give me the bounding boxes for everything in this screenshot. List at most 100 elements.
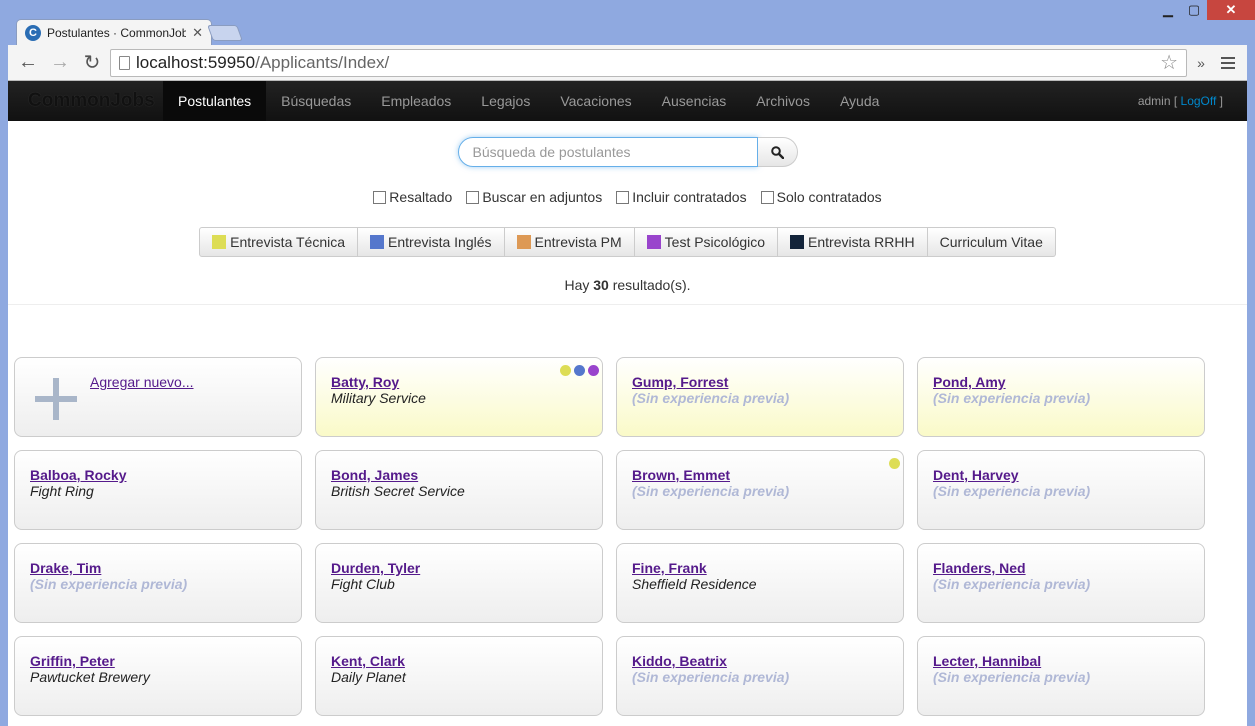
checkbox-label: Buscar en adjuntos (482, 189, 603, 205)
applicant-name-link[interactable]: Balboa, Rocky (30, 467, 286, 483)
bookmark-star-icon[interactable]: ☆ (1160, 50, 1178, 75)
applicant-card[interactable]: Batty, Roy Military Service (315, 357, 603, 437)
address-bar[interactable]: localhost:59950/Applicants/Index/ ☆ (110, 48, 1187, 77)
add-applicant-card[interactable]: Agregar nuevo... (14, 357, 302, 437)
page-icon (119, 55, 130, 70)
result-number: 30 (593, 277, 609, 293)
applicant-card[interactable]: Brown, Emmet (Sin experiencia previa) (616, 450, 904, 530)
checkbox-box[interactable] (760, 190, 774, 204)
search-input[interactable]: Búsqueda de postulantes (457, 137, 758, 167)
minimize-icon[interactable]: ▁ (1155, 0, 1181, 20)
checkbox-box[interactable] (373, 190, 387, 204)
applicant-name-link[interactable]: Dent, Harvey (933, 467, 1189, 483)
applicant-experience: (Sin experiencia previa) (30, 576, 188, 592)
applicant-card[interactable]: Gump, Forrest (Sin experiencia previa) (616, 357, 904, 437)
applicant-experience: (Sin experiencia previa) (632, 390, 790, 406)
top-navbar: CommonJobs Postulantes Búsquedas Emplead… (8, 81, 1247, 121)
nav-empleados[interactable]: Empleados (366, 81, 466, 121)
window-controls: ▁ ▢ ✕ (1155, 0, 1255, 20)
nav-postulantes[interactable]: Postulantes (163, 81, 267, 121)
filter-label: Test Psicológico (664, 234, 766, 250)
new-tab-button[interactable] (207, 25, 243, 41)
nav-ayuda[interactable]: Ayuda (825, 81, 894, 121)
nav-archivos[interactable]: Archivos (741, 81, 825, 121)
applicant-name-link[interactable]: Pond, Amy (933, 374, 1189, 390)
applicant-experience: Fight Club (331, 576, 395, 592)
checkbox-solo-contratados[interactable]: Solo contratados (760, 189, 882, 205)
applicant-experience: (Sin experiencia previa) (933, 390, 1091, 406)
applicant-name-link[interactable]: Batty, Roy (331, 374, 587, 390)
applicant-name-link[interactable]: Griffin, Peter (30, 653, 286, 669)
applicant-card[interactable]: Kiddo, Beatrix (Sin experiencia previa) (616, 636, 904, 716)
search-button[interactable] (757, 137, 798, 167)
color-swatch-icon (790, 235, 805, 249)
filter-button[interactable]: Entrevista RRHH (778, 227, 928, 257)
applicant-name-link[interactable]: Durden, Tyler (331, 560, 587, 576)
browser-tab[interactable]: C Postulantes · CommonJobs ✕ (16, 19, 212, 45)
nav-ausencias[interactable]: Ausencias (647, 81, 742, 121)
extensions-chevron-icon[interactable]: » (1191, 55, 1211, 71)
result-suffix: resultado(s). (612, 277, 691, 293)
applicant-experience: (Sin experiencia previa) (632, 483, 790, 499)
applicant-experience: Pawtucket Brewery (30, 669, 150, 685)
applicant-experience: British Secret Service (331, 483, 465, 499)
reload-icon[interactable]: ↻ (78, 49, 106, 77)
browser-titlebar: C Postulantes · CommonJobs ✕ ▁ ▢ ✕ (0, 0, 1255, 45)
filter-button[interactable]: Entrevista PM (504, 227, 635, 257)
applicant-card[interactable]: Dent, Harvey (Sin experiencia previa) (917, 450, 1205, 530)
applicant-card[interactable]: Durden, Tyler Fight Club (315, 543, 603, 623)
back-arrow-icon[interactable]: ← (14, 49, 42, 77)
applicant-card[interactable]: Pond, Amy (Sin experiencia previa) (917, 357, 1205, 437)
applicant-experience: (Sin experiencia previa) (933, 576, 1091, 592)
filter-button-group: Entrevista Técnica Entrevista Inglés Entre… (8, 227, 1247, 257)
checkbox-buscar-adjuntos[interactable]: Buscar en adjuntos (466, 189, 602, 205)
applicant-card[interactable]: Bond, James British Secret Service (315, 450, 603, 530)
nav-legajos[interactable]: Legajos (466, 81, 545, 121)
applicant-name-link[interactable]: Gump, Forrest (632, 374, 888, 390)
filter-label: Curriculum Vitae (939, 234, 1043, 250)
username: admin (1137, 94, 1171, 108)
applicant-name-link[interactable]: Drake, Tim (30, 560, 286, 576)
applicant-card[interactable]: Drake, Tim (Sin experiencia previa) (14, 543, 302, 623)
applicant-name-link[interactable]: Bond, James (331, 467, 587, 483)
filter-button[interactable]: Entrevista Técnica (199, 227, 359, 257)
checkbox-box[interactable] (616, 190, 630, 204)
applicant-card[interactable]: Balboa, Rocky Fight Ring (14, 450, 302, 530)
checkbox-box[interactable] (466, 190, 480, 204)
checkbox-incluir-contratados[interactable]: Incluir contratados (616, 189, 747, 205)
app-favicon-icon: C (25, 24, 41, 41)
applicant-name-link[interactable]: Flanders, Ned (933, 560, 1189, 576)
applicant-name-link[interactable]: Brown, Emmet (632, 467, 888, 483)
logoff-link[interactable]: LogOff (1181, 94, 1217, 108)
tab-close-icon[interactable]: ✕ (192, 25, 203, 41)
nav-vacaciones[interactable]: Vacaciones (545, 81, 646, 121)
checkbox-resaltado[interactable]: Resaltado (373, 189, 452, 205)
filter-label: Entrevista PM (534, 234, 622, 250)
add-new-link[interactable]: Agregar nuevo... (90, 374, 194, 390)
brand-logo[interactable]: CommonJobs (8, 90, 163, 112)
search-icon (770, 145, 784, 159)
nav-busquedas[interactable]: Búsquedas (266, 81, 366, 121)
menu-hamburger-icon[interactable] (1215, 56, 1241, 69)
applicant-name-link[interactable]: Kiddo, Beatrix (632, 653, 888, 669)
applicant-card[interactable]: Griffin, Peter Pawtucket Brewery (14, 636, 302, 716)
applicant-grid: Agregar nuevo... Batty, Roy Military Serv… (14, 357, 1205, 716)
applicant-card[interactable]: Kent, Clark Daily Planet (315, 636, 603, 716)
applicant-experience: (Sin experiencia previa) (933, 669, 1091, 685)
applicant-card[interactable]: Fine, Frank Sheffield Residence (616, 543, 904, 623)
applicant-card[interactable]: Lecter, Hannibal (Sin experiencia previa) (917, 636, 1205, 716)
applicant-card[interactable]: Flanders, Ned (Sin experiencia previa) (917, 543, 1205, 623)
window-close-icon[interactable]: ✕ (1207, 0, 1255, 20)
result-count: Hay 30 resultado(s). (8, 277, 1247, 293)
status-dot-icon (889, 458, 900, 469)
filter-button[interactable]: Curriculum Vitae (927, 227, 1056, 257)
applicant-name-link[interactable]: Fine, Frank (632, 560, 888, 576)
applicant-name-link[interactable]: Kent, Clark (331, 653, 587, 669)
forward-arrow-icon[interactable]: → (46, 49, 74, 77)
filter-button[interactable]: Test Psicológico (634, 227, 779, 257)
maximize-icon[interactable]: ▢ (1181, 0, 1207, 20)
plus-icon[interactable] (35, 378, 77, 420)
applicant-experience: Sheffield Residence (632, 576, 757, 592)
applicant-name-link[interactable]: Lecter, Hannibal (933, 653, 1189, 669)
filter-button[interactable]: Entrevista Inglés (358, 227, 505, 257)
